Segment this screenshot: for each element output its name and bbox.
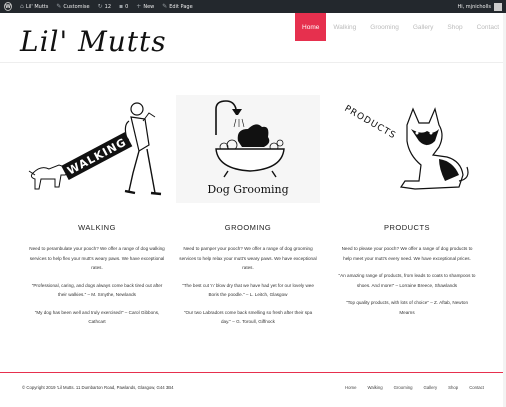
footer-link-contact[interactable]: Contact [469, 385, 484, 390]
site-footer: © Copyright 2019 'Lil Mutts. 11 Dumbarto… [0, 373, 506, 407]
avatar [494, 2, 502, 11]
plus-icon: + [136, 3, 142, 10]
brush-icon: ✎ [56, 3, 62, 10]
products-illustration[interactable]: PRODUCTS [335, 95, 479, 203]
grooming-description: Need to pamper your pooch? We offer a ra… [173, 244, 323, 327]
walking-column: WALKING WALKING Need to perambulate your… [22, 95, 172, 335]
edit-page-label: Edit Page [169, 3, 193, 10]
nav-item-grooming[interactable]: Grooming [363, 13, 406, 41]
products-intro: Need to please your pooch? We offer a ra… [341, 246, 473, 261]
wordpress-logo-button[interactable]: W [0, 0, 16, 13]
user-greeting: Hi, mjnicholls [457, 3, 491, 10]
comments-count: 12 [104, 3, 112, 10]
walking-illustration[interactable]: WALKING [25, 95, 169, 203]
products-testimonial-2: "Top quality products, with lots of choi… [346, 300, 468, 315]
grooming-illustration[interactable]: Dog Grooming [176, 95, 320, 203]
footer-link-walking[interactable]: Walking [368, 385, 383, 390]
site-header: Lil' Mutts Home Walking Grooming Gallery… [0, 13, 506, 61]
pencil-icon: ✎ [162, 3, 168, 10]
updates-count: 0 [125, 3, 129, 10]
wordpress-icon: W [4, 2, 12, 11]
copyright-text: © Copyright 2019 'Lil Mutts. 11 Dumbarto… [22, 385, 174, 390]
products-title: PRODUCTS [383, 223, 431, 232]
grooming-caption: Dog Grooming [207, 183, 288, 196]
refresh-icon: ↻ [97, 3, 103, 10]
footer-link-home[interactable]: Home [345, 385, 356, 390]
products-description: Need to please your pooch? We offer a ra… [332, 244, 482, 317]
walking-testimonial-1: "Professional, caring, and dogs always c… [31, 282, 163, 298]
site-logo[interactable]: Lil' Mutts [20, 27, 167, 57]
updates-link[interactable]: ▪ 0 [115, 0, 132, 13]
admin-bar: W ⌂ Lil' Mutts ✎ Customise ↻ 12 ▪ 0 + Ne… [0, 0, 506, 13]
user-account-menu[interactable]: Hi, mjnicholls [453, 0, 506, 13]
comment-icon: ▪ [119, 3, 124, 10]
walking-banner-text: WALKING [65, 136, 129, 178]
footer-navigation: Home Walking Grooming Gallery Shop Conta… [345, 385, 484, 390]
home-icon: ⌂ [20, 3, 24, 10]
nav-item-gallery[interactable]: Gallery [406, 13, 441, 41]
new-content-link[interactable]: + New [132, 0, 158, 13]
footer-link-grooming[interactable]: Grooming [394, 385, 413, 390]
products-column: PRODUCTS PRODUCTS Need to please your po… [332, 95, 482, 325]
nav-item-home[interactable]: Home [295, 13, 327, 41]
nav-item-shop[interactable]: Shop [440, 13, 469, 41]
new-label: New [143, 3, 155, 10]
walking-title: WALKING [78, 223, 116, 232]
grooming-intro: Need to pamper your pooch? We offer a ra… [179, 246, 317, 270]
header-divider [0, 62, 506, 63]
edit-page-link[interactable]: ✎ Edit Page [158, 0, 196, 13]
nav-item-contact[interactable]: Contact [470, 13, 506, 41]
footer-link-gallery[interactable]: Gallery [424, 385, 438, 390]
footer-link-shop[interactable]: Shop [448, 385, 458, 390]
customise-link[interactable]: ✎ Customise [52, 0, 93, 13]
walking-description: Need to perambulate your pooch? We offer… [22, 244, 172, 327]
customise-label: Customise [63, 3, 90, 10]
grooming-testimonial-2: "Our two Labradors come back smelling so… [183, 309, 313, 325]
grooming-testimonial-1: "The best cut 'n' blow dry that we have … [182, 282, 314, 298]
walking-intro: Need to perambulate your pooch? We offer… [29, 246, 165, 270]
products-testimonial-1: "An amazing range of products, from lead… [338, 273, 476, 288]
products-banner-text: PRODUCTS [342, 104, 397, 142]
site-name-link[interactable]: ⌂ Lil' Mutts [16, 0, 52, 13]
main-navigation: Home Walking Grooming Gallery Shop Conta… [295, 13, 506, 41]
grooming-column: Dog Grooming GROOMING Need to pamper you… [173, 95, 323, 335]
site-name-label: Lil' Mutts [25, 3, 49, 10]
walking-testimonial-2: "My dog has been well and truly exercise… [34, 309, 160, 325]
grooming-title: GROOMING [224, 223, 272, 232]
nav-item-walking[interactable]: Walking [326, 13, 363, 41]
comments-link[interactable]: ↻ 12 [94, 0, 115, 13]
